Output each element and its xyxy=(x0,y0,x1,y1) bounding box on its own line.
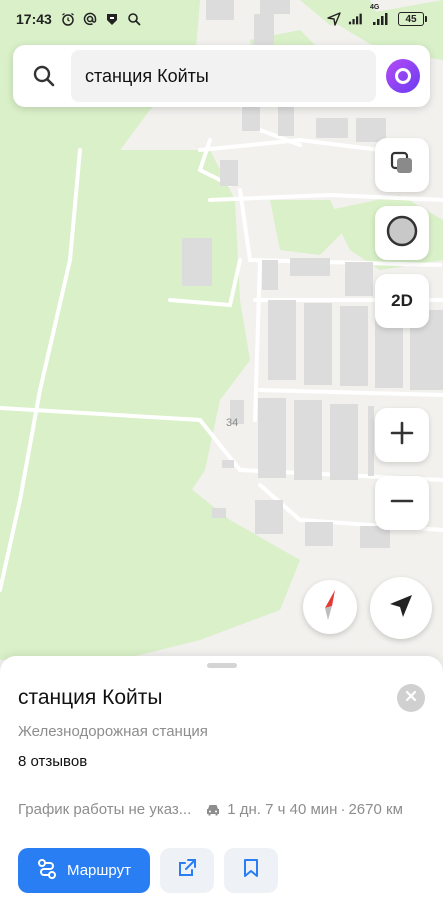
view-mode-2d-button[interactable]: 2D xyxy=(375,274,429,328)
compass-icon xyxy=(319,588,341,627)
working-hours[interactable]: График работы не указ... xyxy=(18,801,191,818)
search-icon[interactable] xyxy=(27,59,61,93)
layers-icon xyxy=(389,150,415,181)
at-sign-icon xyxy=(82,11,98,27)
close-button[interactable] xyxy=(397,684,425,712)
close-icon xyxy=(405,689,417,707)
status-bar: 17:43 4G 45 xyxy=(0,0,443,38)
location-arrow-icon xyxy=(326,11,342,27)
drag-handle[interactable] xyxy=(207,663,237,668)
zoom-in-button[interactable] xyxy=(375,408,429,462)
zoom-out-button[interactable] xyxy=(375,476,429,530)
action-buttons: Маршрут xyxy=(18,848,278,893)
search-small-icon xyxy=(126,11,142,27)
place-title: станция Койты xyxy=(18,686,163,709)
reviews-link[interactable]: 8 отзывов xyxy=(18,753,87,770)
system-icons: 4G 45 xyxy=(326,4,427,27)
signal-icon xyxy=(348,11,364,27)
house-number-label: 34 xyxy=(226,417,239,429)
navigation-arrow-icon xyxy=(388,593,414,624)
minus-icon xyxy=(390,489,414,518)
route-icon xyxy=(37,858,57,884)
bookmark-button[interactable] xyxy=(224,848,278,893)
alarm-clock-icon xyxy=(60,11,76,27)
traffic-button[interactable] xyxy=(375,206,429,260)
bookmark-icon xyxy=(243,858,259,883)
share-button[interactable] xyxy=(160,848,214,893)
route-distance: 2670 км xyxy=(348,801,403,818)
shield-icon xyxy=(104,11,120,27)
info-row: График работы не указ... 1 дн. 7 ч 40 ми… xyxy=(18,801,428,818)
battery-level: 45 xyxy=(398,12,424,26)
my-location-button[interactable] xyxy=(370,577,432,639)
voice-assistant-icon[interactable] xyxy=(386,59,420,93)
battery-icon: 45 xyxy=(398,12,427,26)
signal-4g-icon: 4G xyxy=(370,4,392,27)
route-button[interactable]: Маршрут xyxy=(18,848,150,893)
place-category: Железнодорожная станция xyxy=(18,723,208,740)
status-time: 17:43 xyxy=(16,11,52,27)
route-duration: 1 дн. 7 ч 40 мин xyxy=(227,801,338,818)
separator-dot: · xyxy=(340,801,346,818)
traffic-icon xyxy=(385,214,419,253)
search-bar: станция Койты xyxy=(13,45,430,107)
share-icon xyxy=(177,858,197,883)
place-card: станция Койты Железнодорожная станция 8 … xyxy=(0,656,443,910)
network-type-label: 4G xyxy=(370,4,380,11)
car-icon xyxy=(205,803,221,817)
notification-icons xyxy=(60,11,142,27)
search-input[interactable]: станция Койты xyxy=(71,50,376,102)
layers-button[interactable] xyxy=(375,138,429,192)
route-button-label: Маршрут xyxy=(67,862,131,879)
compass-button[interactable] xyxy=(303,580,357,634)
plus-icon xyxy=(390,421,414,450)
